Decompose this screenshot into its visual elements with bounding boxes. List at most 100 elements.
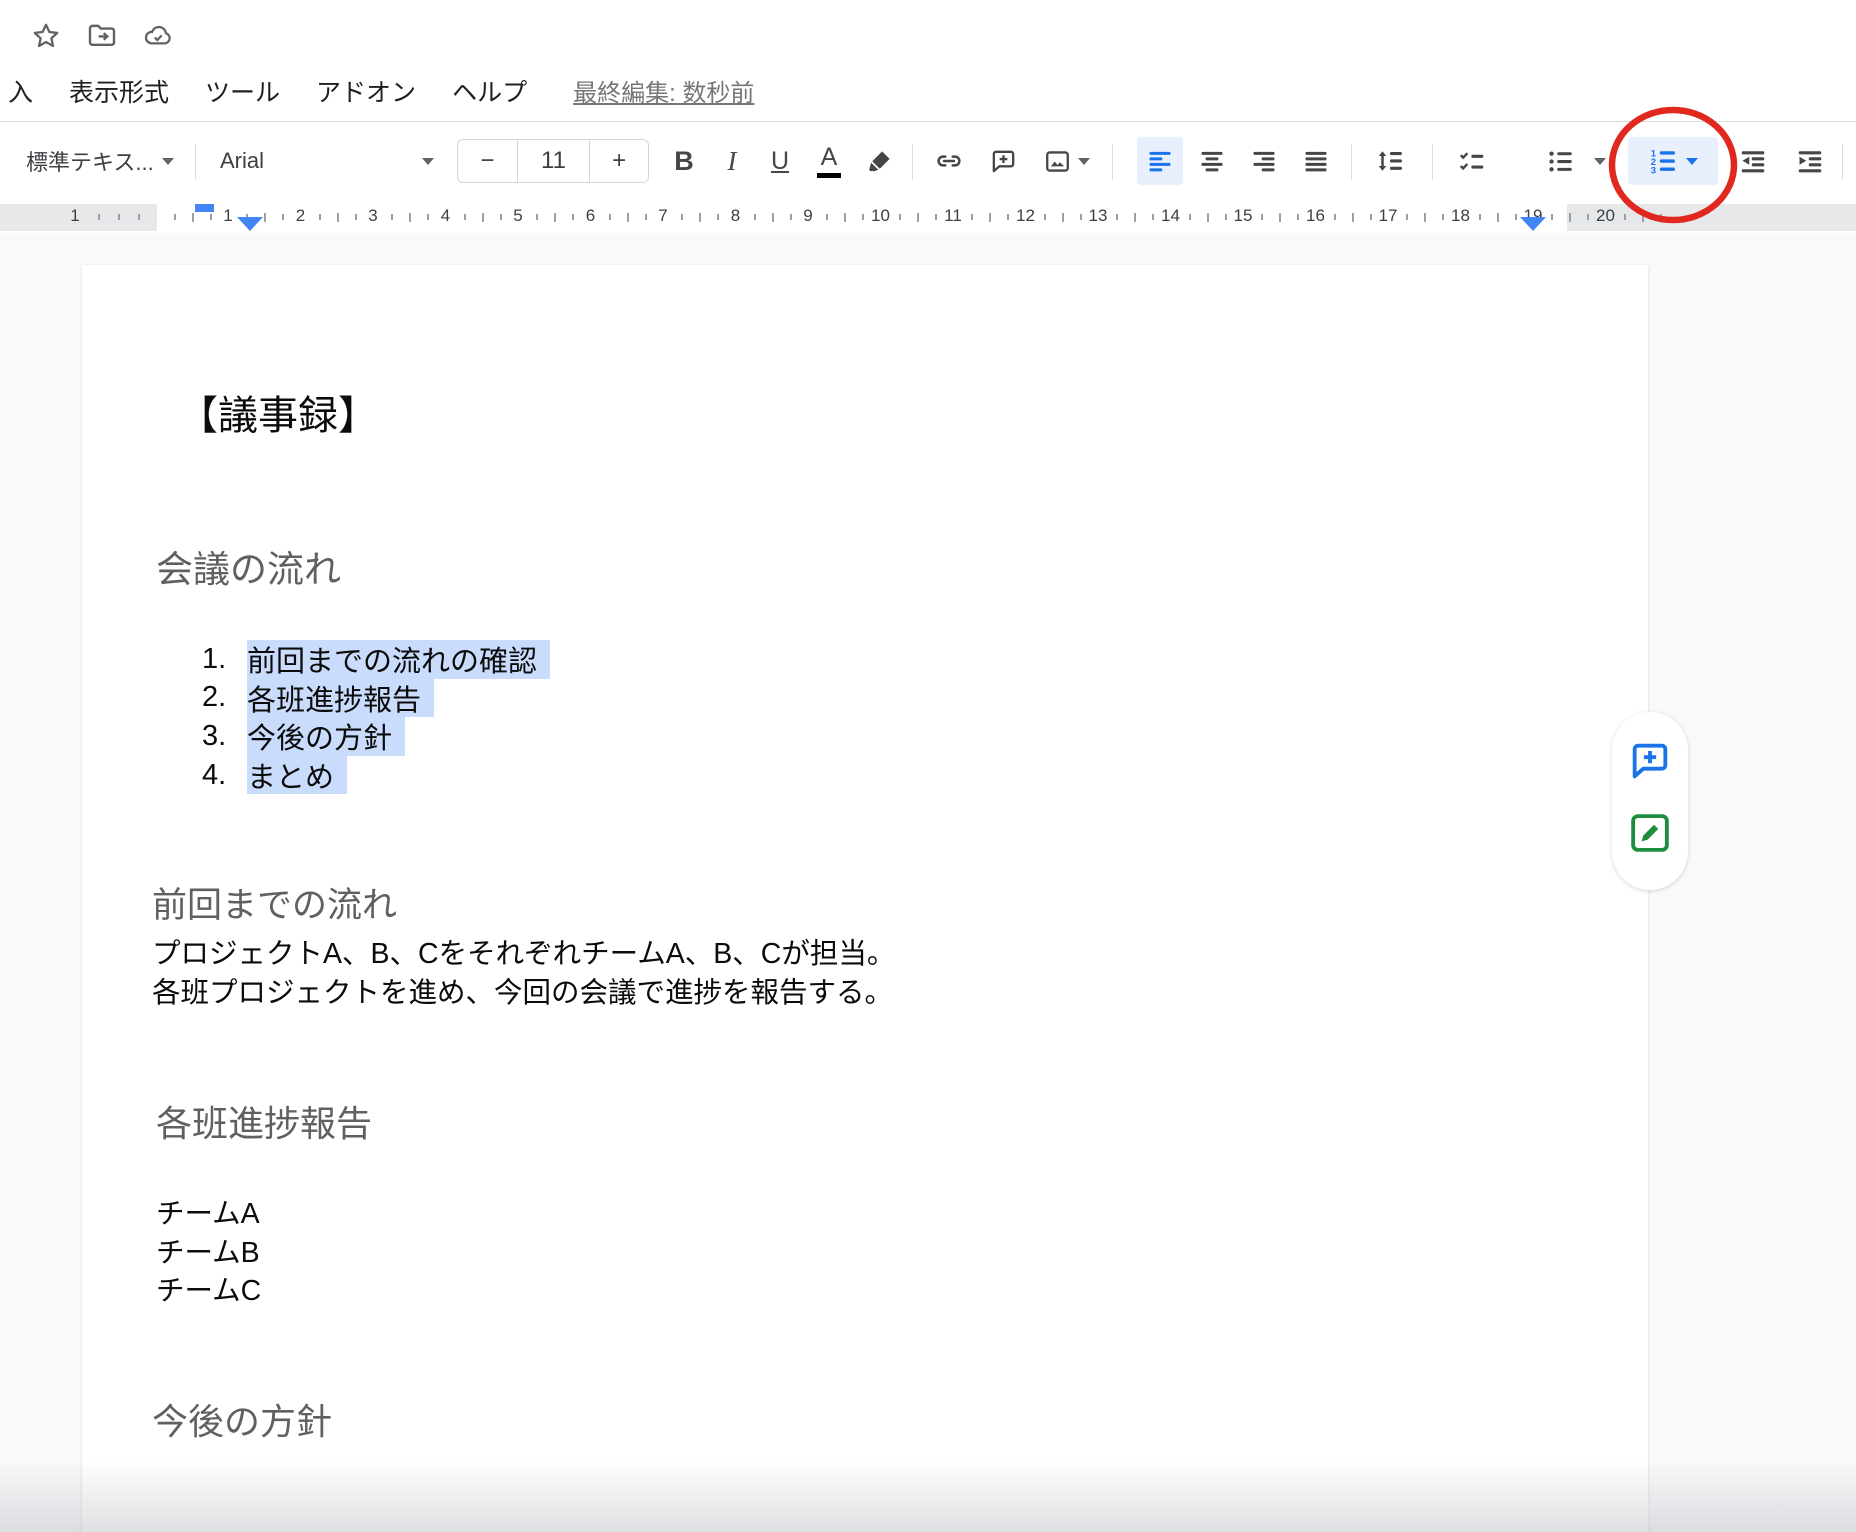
ruler-number: 20 bbox=[1596, 206, 1615, 226]
doc-title[interactable]: 【議事録】 bbox=[178, 383, 378, 441]
align-center-icon bbox=[1198, 147, 1226, 175]
ruler-tick bbox=[1642, 213, 1644, 222]
ruler-tick bbox=[862, 214, 864, 220]
ruler-tick bbox=[917, 213, 919, 222]
star-icon[interactable] bbox=[30, 20, 62, 52]
line-spacing-button[interactable] bbox=[1364, 137, 1416, 185]
titlebar-actions bbox=[30, 20, 174, 52]
agenda-item-text: まとめ bbox=[247, 756, 347, 795]
ruler-number: 9 bbox=[803, 206, 812, 226]
ruler-tick bbox=[790, 214, 792, 220]
checklist-icon bbox=[1457, 146, 1487, 176]
justify-button[interactable] bbox=[1293, 137, 1339, 185]
agenda-list[interactable]: 1.前回までの流れの確認2.各班進捗報告3.今後の方針4.まとめ bbox=[82, 640, 550, 794]
bulleted-list-options-button[interactable] bbox=[1588, 137, 1612, 185]
paragraph-style-select[interactable]: 標準テキス... bbox=[14, 137, 186, 185]
highlight-color-button[interactable] bbox=[856, 137, 904, 185]
ruler-number: 8 bbox=[731, 206, 740, 226]
italic-button[interactable]: I bbox=[710, 137, 754, 185]
paragraph-previous[interactable]: プロジェクトA、B、CをそれぞれチームA、B、Cが担当。 各班プロジェクトを進め… bbox=[152, 935, 895, 1012]
ruler[interactable]: 1 1234567891011121314151617181920 bbox=[0, 202, 1856, 233]
team-line: チームB bbox=[156, 1234, 261, 1273]
increase-indent-icon bbox=[1795, 146, 1825, 176]
ruler-number: 16 bbox=[1306, 206, 1325, 226]
underline-button[interactable]: U bbox=[758, 137, 802, 185]
ruler-tick bbox=[1424, 213, 1426, 222]
ruler-tick bbox=[337, 213, 339, 222]
ruler-tick bbox=[264, 213, 266, 222]
text-color-button[interactable]: A bbox=[806, 137, 852, 185]
paragraph-line: プロジェクトA、B、CをそれぞれチームA、B、Cが担当。 bbox=[152, 935, 895, 974]
agenda-item[interactable]: 3.今後の方針 bbox=[202, 717, 550, 756]
agenda-item[interactable]: 2.各班進捗報告 bbox=[202, 679, 550, 718]
ruler-tick bbox=[1551, 214, 1553, 220]
ruler-tick bbox=[1660, 214, 1662, 220]
ruler-tick bbox=[391, 214, 393, 220]
line-spacing-icon bbox=[1375, 146, 1405, 176]
decrease-indent-icon bbox=[1738, 146, 1768, 176]
align-center-button[interactable] bbox=[1189, 137, 1235, 185]
menu-item[interactable]: ヘルプ bbox=[452, 73, 527, 109]
heading-previous[interactable]: 前回までの流れ bbox=[152, 877, 397, 928]
ruler-number: 15 bbox=[1234, 206, 1253, 226]
menu-item[interactable]: ツール bbox=[205, 73, 280, 109]
bulleted-list-button[interactable] bbox=[1536, 137, 1584, 185]
ruler-tick bbox=[427, 214, 429, 220]
insert-link-button[interactable] bbox=[924, 137, 974, 185]
team-line: チームA bbox=[156, 1195, 261, 1234]
ruler-tick bbox=[717, 214, 719, 220]
ruler-number: 3 bbox=[368, 206, 377, 226]
last-edit-link[interactable]: 最終編集: 数秒前 bbox=[573, 73, 754, 108]
align-right-icon bbox=[1250, 147, 1278, 175]
bold-button[interactable]: B bbox=[662, 137, 706, 185]
ruler-tick bbox=[118, 214, 120, 220]
chevron-down-icon bbox=[1594, 158, 1606, 165]
heading-progress[interactable]: 各班進捗報告 bbox=[156, 1095, 372, 1147]
decrease-indent-button[interactable] bbox=[1728, 137, 1778, 185]
document-canvas: 【議事録】 会議の流れ 1.前回までの流れの確認2.各班進捗報告3.今後の方針4… bbox=[0, 233, 1856, 1532]
bulleted-list-icon bbox=[1546, 147, 1575, 176]
ruler-tick bbox=[138, 214, 140, 220]
menu-item[interactable]: 入 bbox=[8, 73, 33, 109]
chevron-down-icon bbox=[162, 158, 174, 165]
heading-policy[interactable]: 今後の方針 bbox=[152, 1393, 332, 1445]
increase-indent-button[interactable] bbox=[1786, 137, 1834, 185]
ruler-number: 14 bbox=[1161, 206, 1180, 226]
document-page[interactable]: 【議事録】 会議の流れ 1.前回までの流れの確認2.各班進捗報告3.今後の方針4… bbox=[82, 265, 1648, 1532]
font-select[interactable]: Arial bbox=[208, 137, 446, 185]
ruler-tick bbox=[1044, 214, 1046, 220]
suggest-edits-button[interactable] bbox=[1627, 810, 1673, 856]
toolbar: 標準テキス... Arial − 11 + B I U A bbox=[0, 123, 1856, 202]
add-comment-button[interactable] bbox=[978, 137, 1028, 185]
increase-font-size-button[interactable]: + bbox=[590, 140, 648, 182]
ruler-tick bbox=[1207, 213, 1209, 222]
agenda-item[interactable]: 1.前回までの流れの確認 bbox=[202, 640, 550, 679]
first-line-indent-marker[interactable] bbox=[195, 204, 214, 212]
checklist-button[interactable] bbox=[1446, 137, 1498, 185]
insert-image-button[interactable] bbox=[1032, 137, 1100, 185]
left-indent-marker[interactable] bbox=[237, 217, 263, 231]
add-comment-button-floating[interactable] bbox=[1627, 738, 1673, 784]
chevron-down-icon bbox=[422, 158, 434, 165]
font-size-value[interactable]: 11 bbox=[518, 140, 590, 182]
cloud-check-icon[interactable] bbox=[142, 20, 174, 52]
ruler-tick bbox=[971, 214, 973, 220]
divider bbox=[912, 144, 913, 180]
menu-item[interactable]: 表示形式 bbox=[69, 73, 169, 109]
align-right-button[interactable] bbox=[1241, 137, 1287, 185]
folder-move-icon[interactable] bbox=[86, 20, 118, 52]
numbered-list-button[interactable]: 123 bbox=[1628, 137, 1718, 185]
ruler-tick bbox=[899, 214, 901, 220]
menu-bar: 入表示形式ツールアドオンヘルプ 最終編集: 数秒前 bbox=[0, 60, 1856, 122]
agenda-item[interactable]: 4.まとめ bbox=[202, 756, 550, 795]
decrease-font-size-button[interactable]: − bbox=[458, 140, 517, 182]
team-list[interactable]: チームAチームBチームC bbox=[156, 1195, 261, 1311]
right-indent-marker[interactable] bbox=[1520, 217, 1546, 231]
paragraph-style-value: 標準テキス... bbox=[26, 145, 154, 177]
paragraph-line: 各班プロジェクトを進め、今回の会議で進捗を報告する。 bbox=[152, 974, 895, 1013]
ruler-tick bbox=[98, 214, 100, 220]
ruler-tick bbox=[1116, 214, 1118, 220]
menu-item[interactable]: アドオン bbox=[316, 73, 416, 109]
align-left-button[interactable] bbox=[1137, 137, 1183, 185]
heading-agenda[interactable]: 会議の流れ bbox=[156, 539, 341, 593]
